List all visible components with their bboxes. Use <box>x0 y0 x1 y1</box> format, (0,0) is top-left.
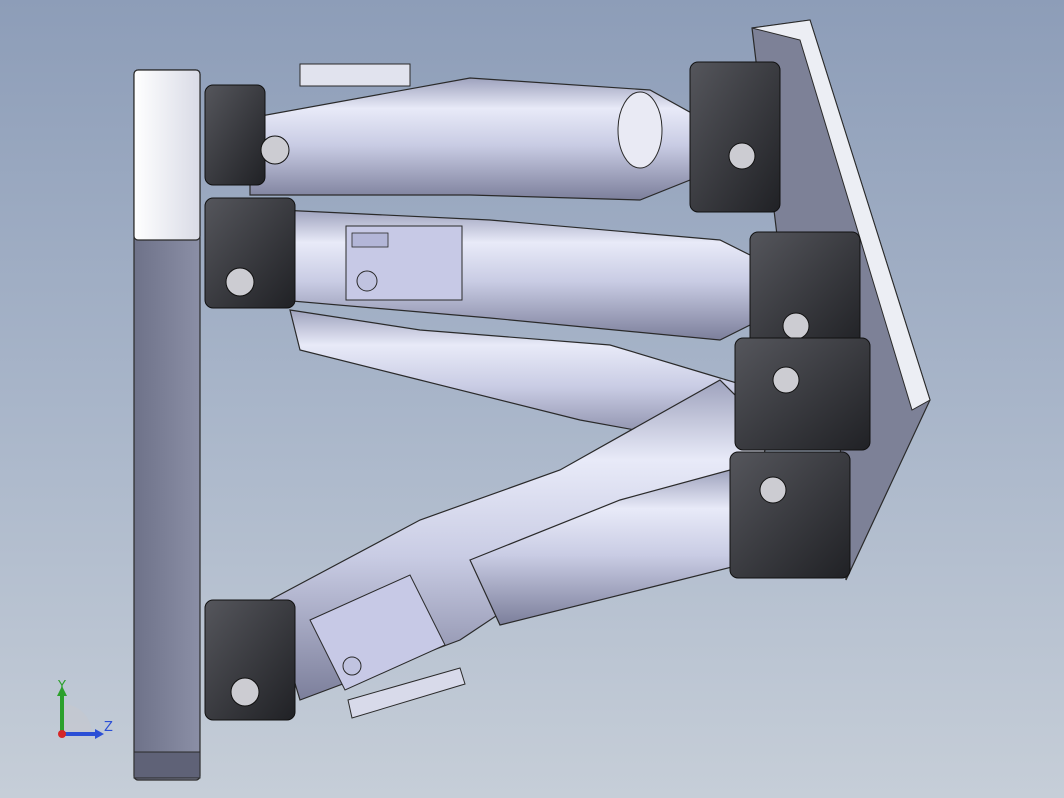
universal-joint-top-1[interactable] <box>689 61 781 213</box>
universal-joint-top-2[interactable] <box>749 231 861 351</box>
coordinate-triad: Y Z <box>57 679 113 739</box>
triad-quadrant <box>62 704 92 734</box>
universal-joint-base-2[interactable] <box>204 197 296 309</box>
model-scene[interactable] <box>0 0 1064 798</box>
universal-joint-top-4[interactable] <box>729 451 851 579</box>
base-plate[interactable] <box>133 69 201 781</box>
universal-joint-base-3[interactable] <box>204 599 296 721</box>
y-axis-label: Y <box>57 679 66 694</box>
x-axis-dot <box>58 730 66 738</box>
actuator-leg-1[interactable] <box>249 63 741 201</box>
z-axis-arrow <box>95 729 104 739</box>
z-axis-label: Z <box>104 720 113 735</box>
universal-joint-top-3[interactable] <box>734 337 871 451</box>
graphics-viewport[interactable]: Y Z <box>0 0 1064 798</box>
